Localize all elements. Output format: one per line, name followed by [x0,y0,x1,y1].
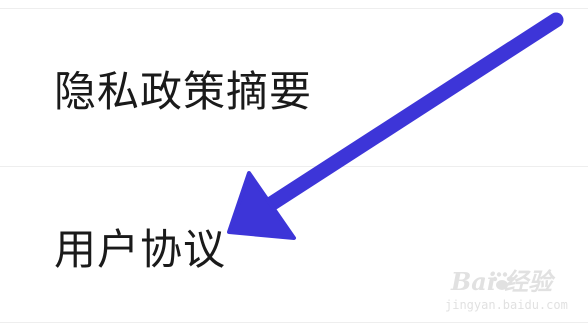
divider [0,322,588,323]
baidu-jingyan-watermark: Bai 经验 jingyan.baidu.com [445,268,585,320]
privacy-policy-summary-item[interactable]: 隐私政策摘要 [0,14,588,164]
watermark-url: jingyan.baidu.com [445,298,568,312]
divider [0,166,588,167]
settings-screen: 隐私政策摘要 用户协议 Bai 经验 jingyan.baidu.com [0,0,588,324]
privacy-policy-summary-label: 隐私政策摘要 [54,67,313,116]
user-agreement-label: 用户协议 [54,225,227,274]
paw-icon [492,272,512,290]
divider [0,8,588,9]
